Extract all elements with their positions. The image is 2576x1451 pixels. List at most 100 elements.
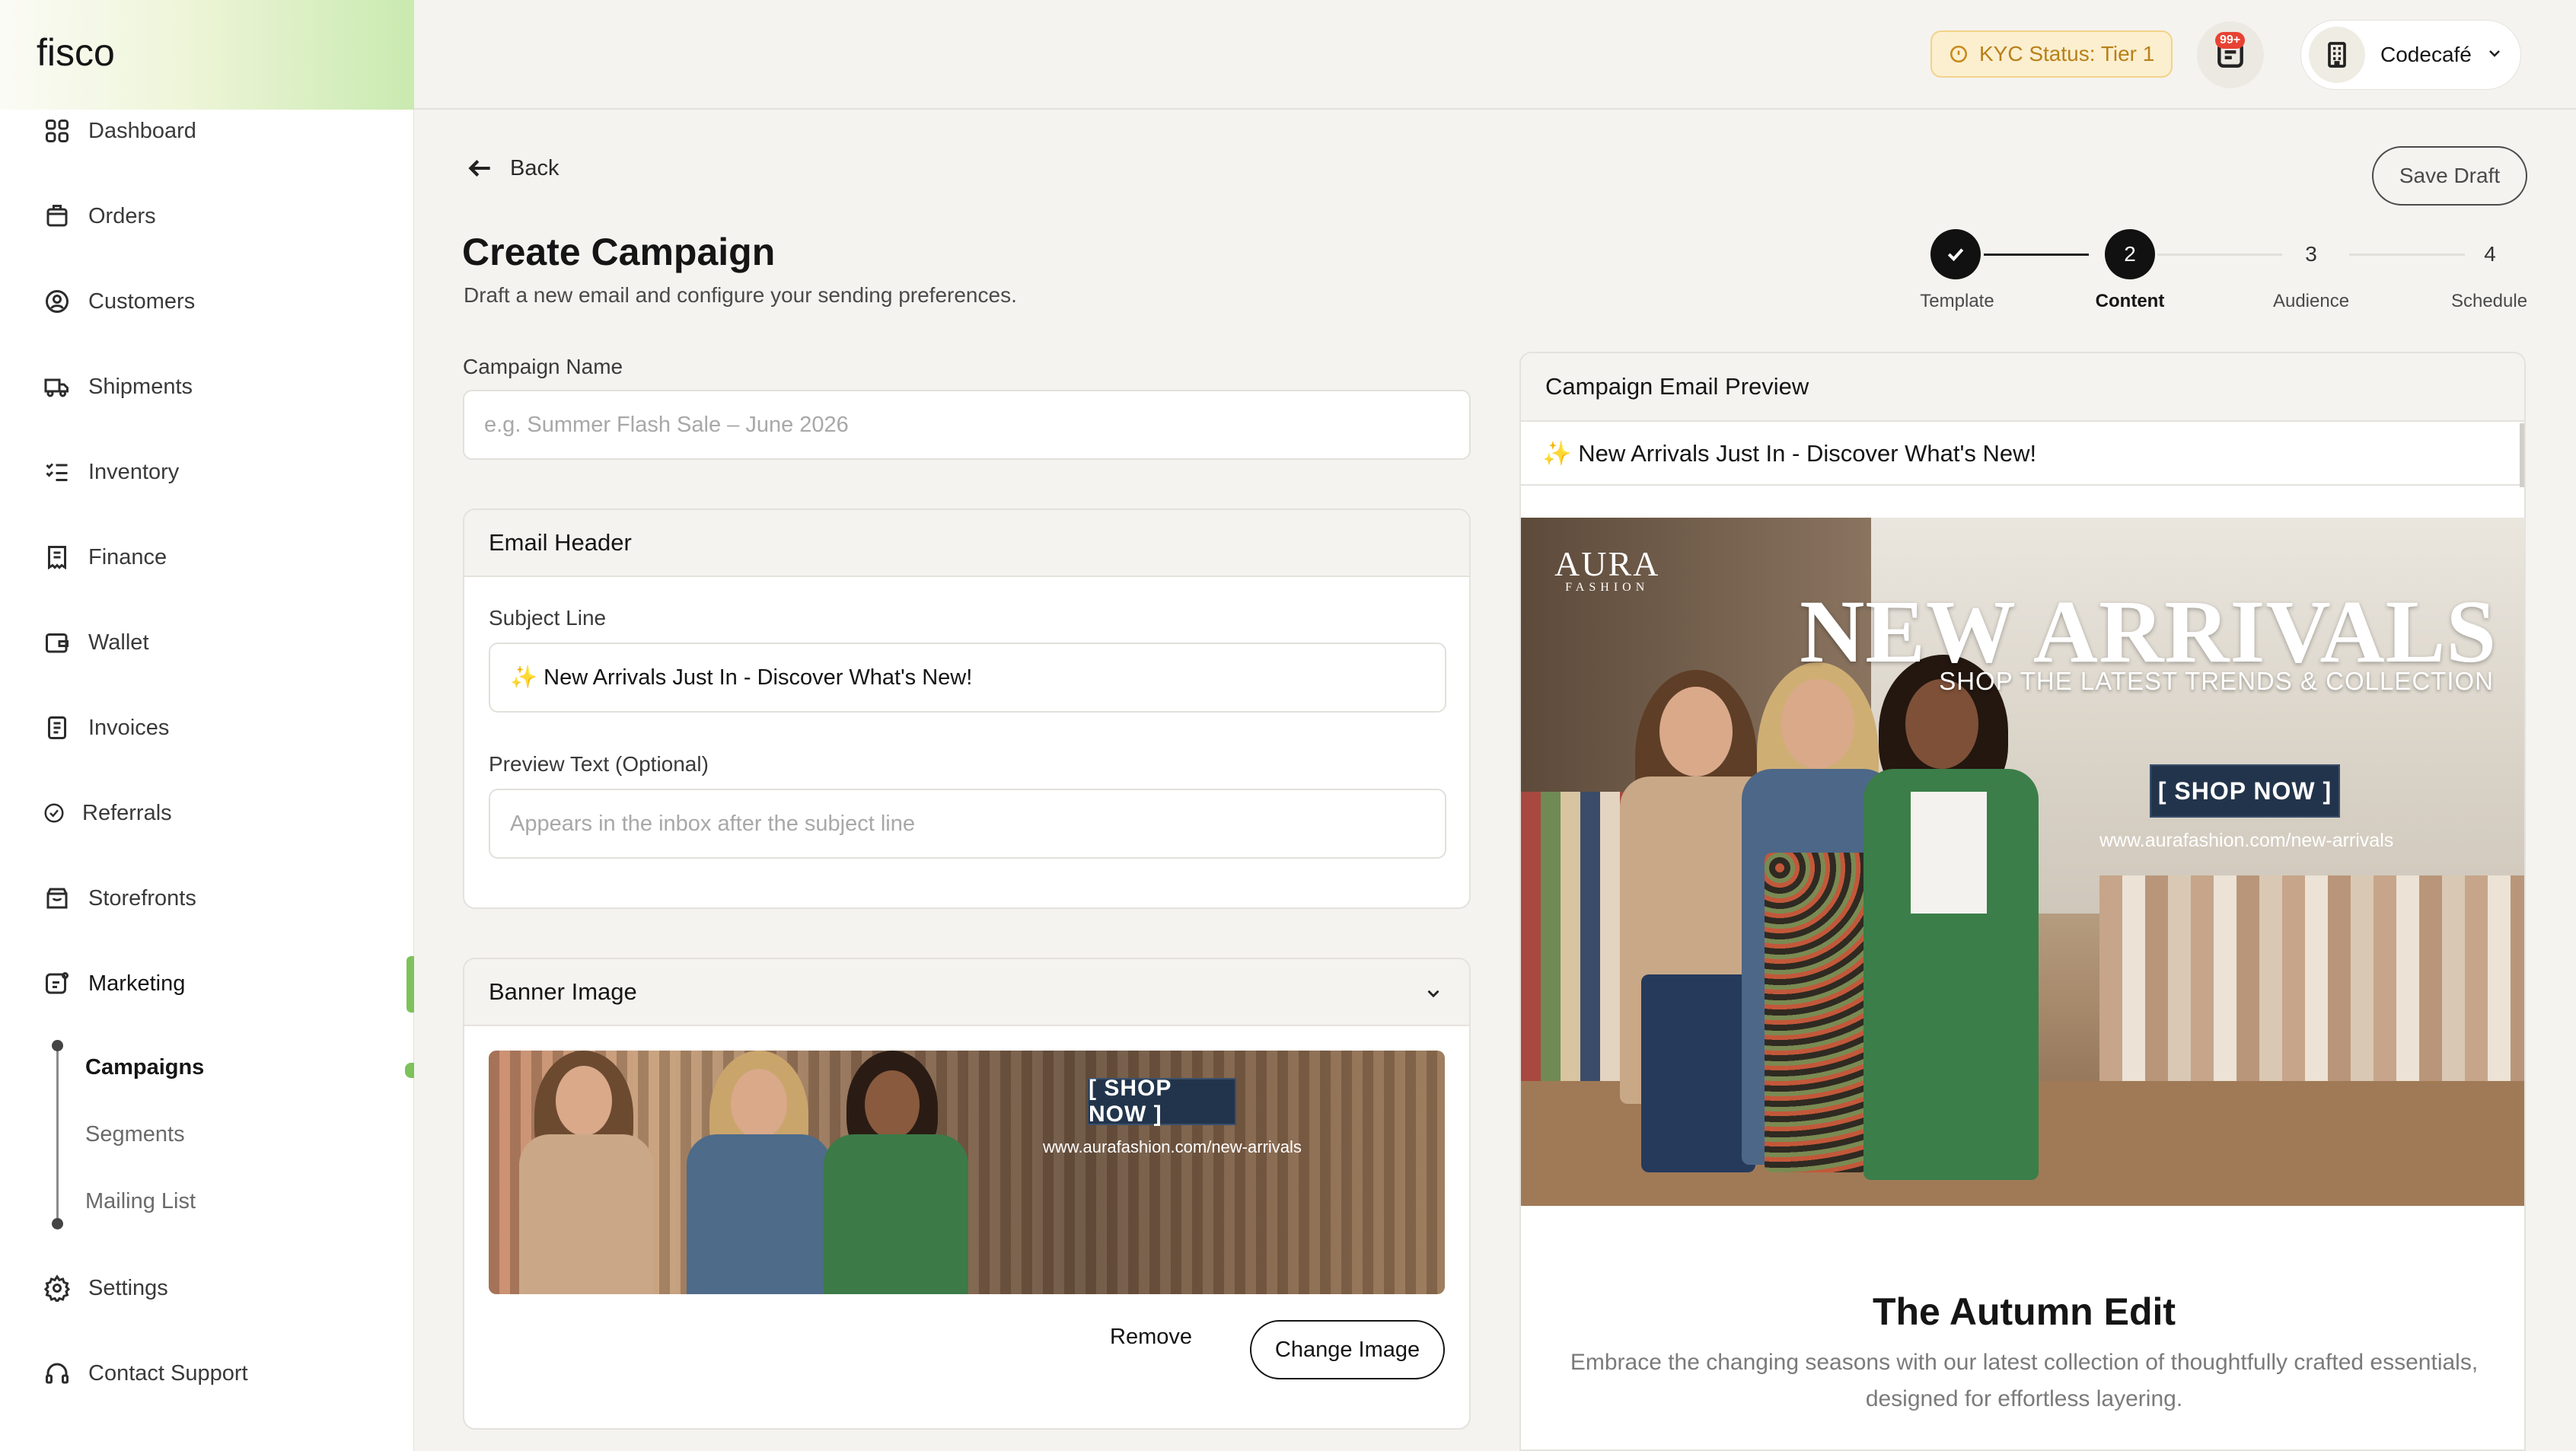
account-name: Codecafé: [2380, 43, 2472, 66]
person-head: [1781, 679, 1854, 769]
sidebar-item-label: Inventory: [88, 459, 180, 484]
change-image-button[interactable]: Change Image: [1250, 1320, 1445, 1379]
submenu-segments[interactable]: Segments: [85, 1122, 185, 1147]
step-template-indicator[interactable]: [1930, 229, 1981, 279]
hero-shop-now: [ SHOP NOW ]: [2150, 764, 2340, 818]
campaign-name-input[interactable]: [463, 390, 1471, 460]
sidebar-item-label: Wallet: [88, 630, 149, 655]
person-floral-dress: [1765, 853, 1871, 1172]
dashboard-icon: [43, 116, 72, 145]
campaign-name-label: Campaign Name: [463, 355, 623, 378]
gear-icon: [43, 1274, 72, 1303]
person-body: [687, 1134, 831, 1294]
preview-header: Campaign Email Preview: [1521, 353, 2524, 422]
preview-subject-text: ✨ New Arrivals Just In - Discover What's…: [1542, 439, 2037, 467]
check-circle-icon: [43, 799, 65, 828]
hero-brand-logo: AURA FASHION: [1554, 544, 1659, 595]
person-head: [731, 1069, 787, 1139]
wallet-icon: [43, 628, 72, 657]
sidebar-item-inventory[interactable]: Inventory: [43, 449, 179, 495]
step-content-label: Content: [2095, 291, 2165, 311]
preview-text-label: Preview Text (Optional): [489, 752, 709, 776]
customers-icon: [43, 287, 72, 316]
step-connector: [1984, 254, 2089, 256]
logo[interactable]: fisco: [37, 30, 115, 75]
sidebar-item-finance[interactable]: Finance: [43, 534, 167, 580]
arrow-left-icon: [468, 160, 490, 177]
step-content-indicator[interactable]: 2: [2105, 229, 2155, 279]
truck-icon: [43, 372, 72, 401]
sidebar-item-label: Contact Support: [88, 1360, 248, 1386]
preview-title: Campaign Email Preview: [1545, 373, 1809, 400]
email-header-heading: Email Header: [489, 529, 632, 556]
headset-icon: [43, 1359, 72, 1388]
sidebar-item-orders[interactable]: Orders: [43, 193, 156, 239]
sidebar-item-label: Storefronts: [88, 885, 196, 910]
sidebar-item-label: Dashboard: [88, 118, 196, 143]
sidebar-item-referrals[interactable]: Referrals: [43, 790, 172, 836]
subject-line-input[interactable]: [489, 643, 1446, 713]
checklist-icon: [43, 458, 72, 486]
submenu-line: [56, 1044, 59, 1224]
sidebar-item-label: Orders: [88, 203, 156, 228]
email-preview-panel: Campaign Email Preview ✨ New Arrivals Ju…: [1519, 352, 2526, 1451]
sidebar-item-contact-support[interactable]: Contact Support: [43, 1351, 248, 1396]
preview-subject-line: ✨ New Arrivals Just In - Discover What's…: [1521, 422, 2524, 486]
person-white-top: [1911, 792, 1987, 914]
hero-tagline: SHOP THE LATEST TRENDS & COLLECTION: [1939, 667, 2494, 695]
preview-scrollbar[interactable]: [2520, 423, 2524, 487]
sidebar-item-label: Finance: [88, 544, 167, 569]
sidebar-item-invoices[interactable]: Invoices: [43, 705, 169, 751]
sidebar-item-shipments[interactable]: Shipments: [43, 364, 193, 410]
email-header-title: Email Header: [464, 510, 1469, 577]
sidebar-item-label: Customers: [88, 289, 196, 314]
banner-image-header[interactable]: Banner Image: [464, 959, 1469, 1026]
step-connector: [2157, 254, 2282, 256]
person-head: [865, 1070, 920, 1139]
notification-badge: 99+: [2215, 32, 2246, 49]
sidebar-item-wallet[interactable]: Wallet: [43, 620, 149, 665]
submenu-dot: [52, 1218, 63, 1229]
chevron-down-icon: [2485, 44, 2504, 66]
preview-hero-image: AURA FASHION NEW ARRIVALS SHOP THE LATES…: [1521, 518, 2524, 1206]
step-template-label: Template: [1920, 291, 1994, 311]
sidebar: fisco Dashboard Orders Customers Shipmen…: [0, 0, 414, 1451]
invoice-icon: [43, 713, 72, 742]
sidebar-item-marketing[interactable]: Marketing: [43, 961, 185, 1006]
orders-icon: [43, 202, 72, 231]
submenu-mailing-list[interactable]: Mailing List: [85, 1189, 196, 1214]
step-audience-indicator[interactable]: 3: [2286, 229, 2336, 279]
page-subtitle: Draft a new email and configure your sen…: [464, 283, 1017, 307]
preview-text-input[interactable]: [489, 789, 1446, 859]
kyc-status-badge[interactable]: KYC Status: Tier 1: [1930, 30, 2173, 78]
sidebar-item-settings[interactable]: Settings: [43, 1265, 168, 1311]
sidebar-item-label: Referrals: [82, 800, 172, 825]
marketing-icon: [43, 969, 72, 998]
subject-line-label: Subject Line: [489, 606, 607, 630]
step-audience-label: Audience: [2272, 291, 2350, 311]
back-link[interactable]: Back: [466, 154, 559, 183]
save-draft-button[interactable]: Save Draft: [2372, 146, 2527, 206]
submenu-dot: [52, 1040, 63, 1051]
remove-image-button[interactable]: Remove: [1110, 1325, 1192, 1350]
preview-section-title: The Autumn Edit: [1872, 1290, 2176, 1333]
step-schedule-label: Schedule: [2450, 291, 2528, 311]
person-head: [1659, 687, 1733, 777]
banner-thumbnail: [ SHOP NOW ] www.aurafashion.com/new-arr…: [489, 1051, 1445, 1294]
sidebar-item-dashboard[interactable]: Dashboard: [43, 108, 196, 154]
logo-area: fisco: [0, 0, 414, 110]
sidebar-item-customers[interactable]: Customers: [43, 279, 195, 324]
kyc-status-text: KYC Status: Tier 1: [1979, 42, 2155, 65]
sidebar-item-label: Invoices: [88, 715, 170, 740]
step-connector: [2349, 254, 2465, 256]
submenu-campaigns[interactable]: Campaigns: [85, 1055, 204, 1080]
account-switcher[interactable]: Codecafé: [2300, 20, 2521, 90]
storefront-icon: [43, 884, 72, 913]
sidebar-item-storefronts[interactable]: Storefronts: [43, 875, 196, 921]
banner-image-heading: Banner Image: [489, 978, 637, 1005]
sidebar-item-label: Marketing: [88, 971, 186, 996]
hero-right-rack: [2099, 875, 2524, 1104]
info-icon: [1950, 45, 1968, 63]
step-schedule-indicator[interactable]: 4: [2465, 229, 2515, 279]
sidebar-item-label: Settings: [88, 1275, 168, 1300]
